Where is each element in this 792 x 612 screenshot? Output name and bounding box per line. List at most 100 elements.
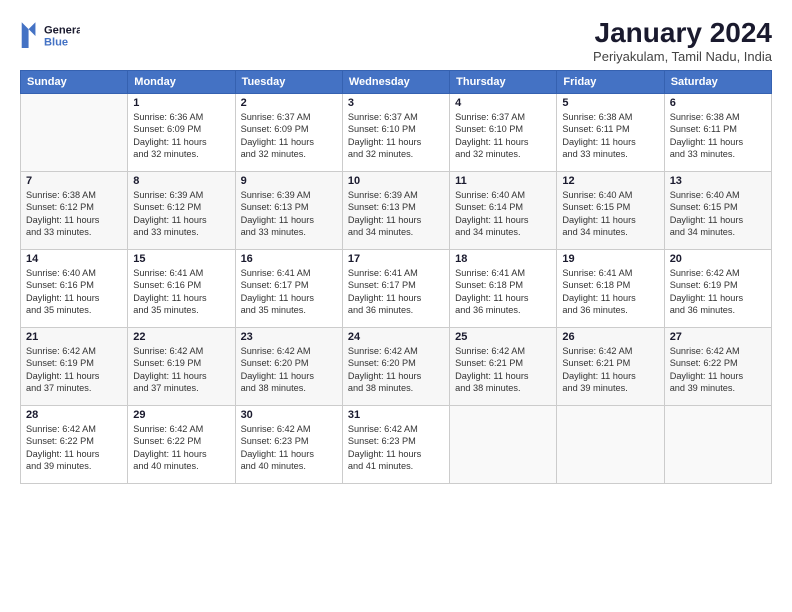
calendar-header: SundayMondayTuesdayWednesdayThursdayFrid… bbox=[21, 70, 772, 93]
calendar-cell: 30 Sunrise: 6:42 AM Sunset: 6:23 PM Dayli… bbox=[235, 405, 342, 483]
calendar-cell: 28 Sunrise: 6:42 AM Sunset: 6:22 PM Dayli… bbox=[21, 405, 128, 483]
svg-text:General: General bbox=[44, 24, 80, 36]
day-info: Sunrise: 6:40 AM Sunset: 6:15 PM Dayligh… bbox=[670, 189, 766, 239]
subtitle: Periyakulam, Tamil Nadu, India bbox=[593, 49, 772, 64]
day-info: Sunrise: 6:40 AM Sunset: 6:14 PM Dayligh… bbox=[455, 189, 551, 239]
day-info: Sunrise: 6:42 AM Sunset: 6:19 PM Dayligh… bbox=[670, 267, 766, 317]
week-row-4: 21Sunrise: 6:42 AM Sunset: 6:19 PM Dayli… bbox=[21, 327, 772, 405]
calendar-cell: 21Sunrise: 6:42 AM Sunset: 6:19 PM Dayli… bbox=[21, 327, 128, 405]
day-info: Sunrise: 6:42 AM Sunset: 6:19 PM Dayligh… bbox=[133, 345, 229, 395]
day-number: 26 bbox=[562, 331, 658, 343]
day-info: Sunrise: 6:41 AM Sunset: 6:16 PM Dayligh… bbox=[133, 267, 229, 317]
calendar-cell: 23Sunrise: 6:42 AM Sunset: 6:20 PM Dayli… bbox=[235, 327, 342, 405]
day-info: Sunrise: 6:40 AM Sunset: 6:15 PM Dayligh… bbox=[562, 189, 658, 239]
day-info: Sunrise: 6:42 AM Sunset: 6:22 PM Dayligh… bbox=[26, 423, 122, 473]
day-info: Sunrise: 6:42 AM Sunset: 6:22 PM Dayligh… bbox=[133, 423, 229, 473]
svg-text:Blue: Blue bbox=[44, 36, 68, 48]
day-number: 25 bbox=[455, 331, 551, 343]
day-header-tuesday: Tuesday bbox=[235, 70, 342, 93]
day-number: 16 bbox=[241, 253, 337, 265]
logo: General Blue bbox=[20, 18, 80, 54]
calendar-cell: 19 Sunrise: 6:41 AM Sunset: 6:18 PM Dayli… bbox=[557, 249, 664, 327]
main-title: January 2024 bbox=[593, 18, 772, 49]
day-number: 2 bbox=[241, 97, 337, 109]
calendar-cell bbox=[21, 93, 128, 171]
day-number: 14 bbox=[26, 253, 122, 265]
day-info: Sunrise: 6:37 AM Sunset: 6:10 PM Dayligh… bbox=[455, 111, 551, 161]
day-info: Sunrise: 6:42 AM Sunset: 6:21 PM Dayligh… bbox=[562, 345, 658, 395]
day-info: Sunrise: 6:41 AM Sunset: 6:17 PM Dayligh… bbox=[348, 267, 444, 317]
day-number: 18 bbox=[455, 253, 551, 265]
week-row-5: 28 Sunrise: 6:42 AM Sunset: 6:22 PM Dayli… bbox=[21, 405, 772, 483]
day-number: 10 bbox=[348, 175, 444, 187]
day-number: 19 bbox=[562, 253, 658, 265]
week-row-1: 1 Sunrise: 6:36 AM Sunset: 6:09 PM Daylig… bbox=[21, 93, 772, 171]
calendar-cell: 1 Sunrise: 6:36 AM Sunset: 6:09 PM Daylig… bbox=[128, 93, 235, 171]
day-number: 9 bbox=[241, 175, 337, 187]
day-info: Sunrise: 6:39 AM Sunset: 6:13 PM Dayligh… bbox=[241, 189, 337, 239]
calendar-cell bbox=[450, 405, 557, 483]
calendar-cell: 6 Sunrise: 6:38 AM Sunset: 6:11 PM Daylig… bbox=[664, 93, 771, 171]
week-row-2: 7 Sunrise: 6:38 AM Sunset: 6:12 PM Daylig… bbox=[21, 171, 772, 249]
calendar-cell: 3Sunrise: 6:37 AM Sunset: 6:10 PM Daylig… bbox=[342, 93, 449, 171]
calendar-cell bbox=[664, 405, 771, 483]
calendar-cell: 2 Sunrise: 6:37 AM Sunset: 6:09 PM Daylig… bbox=[235, 93, 342, 171]
calendar-cell: 29 Sunrise: 6:42 AM Sunset: 6:22 PM Dayli… bbox=[128, 405, 235, 483]
day-number: 29 bbox=[133, 409, 229, 421]
day-number: 4 bbox=[455, 97, 551, 109]
day-info: Sunrise: 6:42 AM Sunset: 6:20 PM Dayligh… bbox=[348, 345, 444, 395]
day-info: Sunrise: 6:41 AM Sunset: 6:18 PM Dayligh… bbox=[562, 267, 658, 317]
day-number: 12 bbox=[562, 175, 658, 187]
day-info: Sunrise: 6:42 AM Sunset: 6:19 PM Dayligh… bbox=[26, 345, 122, 395]
page-header: General Blue January 2024 Periyakulam, T… bbox=[20, 18, 772, 64]
day-info: Sunrise: 6:42 AM Sunset: 6:23 PM Dayligh… bbox=[348, 423, 444, 473]
day-header-friday: Friday bbox=[557, 70, 664, 93]
day-info: Sunrise: 6:42 AM Sunset: 6:22 PM Dayligh… bbox=[670, 345, 766, 395]
calendar-table: SundayMondayTuesdayWednesdayThursdayFrid… bbox=[20, 70, 772, 484]
day-header-sunday: Sunday bbox=[21, 70, 128, 93]
day-number: 28 bbox=[26, 409, 122, 421]
day-info: Sunrise: 6:41 AM Sunset: 6:17 PM Dayligh… bbox=[241, 267, 337, 317]
day-info: Sunrise: 6:42 AM Sunset: 6:20 PM Dayligh… bbox=[241, 345, 337, 395]
calendar-cell: 20 Sunrise: 6:42 AM Sunset: 6:19 PM Dayli… bbox=[664, 249, 771, 327]
day-header-monday: Monday bbox=[128, 70, 235, 93]
calendar-cell: 13 Sunrise: 6:40 AM Sunset: 6:15 PM Dayli… bbox=[664, 171, 771, 249]
calendar-cell: 31Sunrise: 6:42 AM Sunset: 6:23 PM Dayli… bbox=[342, 405, 449, 483]
day-info: Sunrise: 6:41 AM Sunset: 6:18 PM Dayligh… bbox=[455, 267, 551, 317]
day-info: Sunrise: 6:37 AM Sunset: 6:09 PM Dayligh… bbox=[241, 111, 337, 161]
calendar-cell: 18 Sunrise: 6:41 AM Sunset: 6:18 PM Dayli… bbox=[450, 249, 557, 327]
day-number: 30 bbox=[241, 409, 337, 421]
calendar-cell: 4 Sunrise: 6:37 AM Sunset: 6:10 PM Daylig… bbox=[450, 93, 557, 171]
day-info: Sunrise: 6:42 AM Sunset: 6:23 PM Dayligh… bbox=[241, 423, 337, 473]
day-info: Sunrise: 6:42 AM Sunset: 6:21 PM Dayligh… bbox=[455, 345, 551, 395]
calendar-cell: 27Sunrise: 6:42 AM Sunset: 6:22 PM Dayli… bbox=[664, 327, 771, 405]
calendar-cell: 14Sunrise: 6:40 AM Sunset: 6:16 PM Dayli… bbox=[21, 249, 128, 327]
day-number: 20 bbox=[670, 253, 766, 265]
day-number: 13 bbox=[670, 175, 766, 187]
calendar-cell: 9 Sunrise: 6:39 AM Sunset: 6:13 PM Daylig… bbox=[235, 171, 342, 249]
logo-svg: General Blue bbox=[20, 18, 80, 54]
day-info: Sunrise: 6:36 AM Sunset: 6:09 PM Dayligh… bbox=[133, 111, 229, 161]
day-number: 17 bbox=[348, 253, 444, 265]
day-info: Sunrise: 6:39 AM Sunset: 6:12 PM Dayligh… bbox=[133, 189, 229, 239]
day-header-saturday: Saturday bbox=[664, 70, 771, 93]
day-number: 15 bbox=[133, 253, 229, 265]
day-number: 1 bbox=[133, 97, 229, 109]
calendar-cell: 8 Sunrise: 6:39 AM Sunset: 6:12 PM Daylig… bbox=[128, 171, 235, 249]
calendar-cell: 25 Sunrise: 6:42 AM Sunset: 6:21 PM Dayli… bbox=[450, 327, 557, 405]
day-number: 8 bbox=[133, 175, 229, 187]
calendar-cell: 16 Sunrise: 6:41 AM Sunset: 6:17 PM Dayli… bbox=[235, 249, 342, 327]
calendar-cell: 12 Sunrise: 6:40 AM Sunset: 6:15 PM Dayli… bbox=[557, 171, 664, 249]
calendar-cell: 11Sunrise: 6:40 AM Sunset: 6:14 PM Dayli… bbox=[450, 171, 557, 249]
day-number: 24 bbox=[348, 331, 444, 343]
day-number: 7 bbox=[26, 175, 122, 187]
day-number: 6 bbox=[670, 97, 766, 109]
day-header-wednesday: Wednesday bbox=[342, 70, 449, 93]
calendar-cell: 17 Sunrise: 6:41 AM Sunset: 6:17 PM Dayli… bbox=[342, 249, 449, 327]
day-number: 3 bbox=[348, 97, 444, 109]
day-info: Sunrise: 6:38 AM Sunset: 6:12 PM Dayligh… bbox=[26, 189, 122, 239]
day-info: Sunrise: 6:38 AM Sunset: 6:11 PM Dayligh… bbox=[562, 111, 658, 161]
week-row-3: 14Sunrise: 6:40 AM Sunset: 6:16 PM Dayli… bbox=[21, 249, 772, 327]
calendar-cell: 26 Sunrise: 6:42 AM Sunset: 6:21 PM Dayli… bbox=[557, 327, 664, 405]
day-info: Sunrise: 6:38 AM Sunset: 6:11 PM Dayligh… bbox=[670, 111, 766, 161]
